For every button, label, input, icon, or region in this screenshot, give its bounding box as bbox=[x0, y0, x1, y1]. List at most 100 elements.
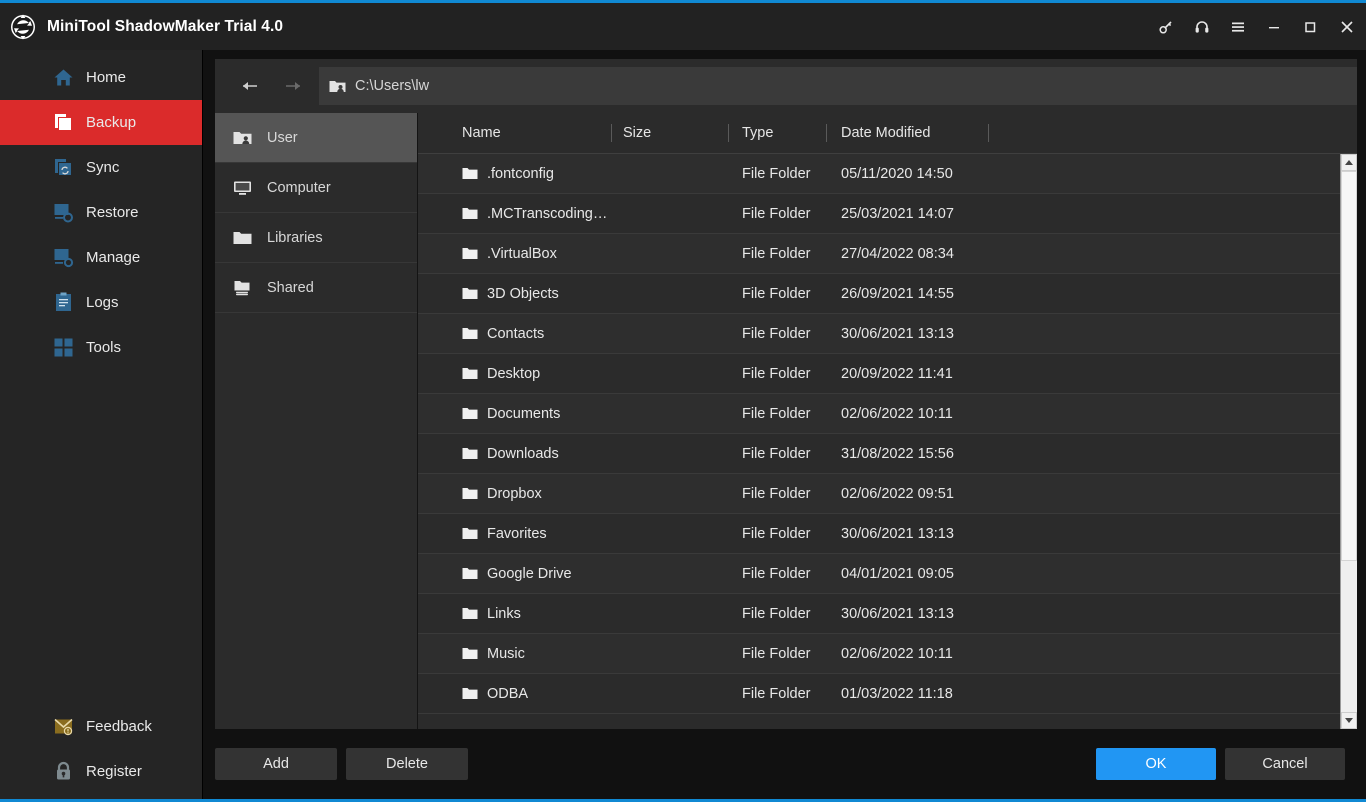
close-icon[interactable] bbox=[1328, 3, 1366, 50]
backup-icon bbox=[53, 112, 74, 133]
table-row[interactable]: .VirtualBox File Folder 27/04/2022 08:34 bbox=[418, 234, 1340, 274]
menu-icon[interactable] bbox=[1220, 3, 1256, 50]
scroll-down-icon[interactable] bbox=[1341, 712, 1357, 729]
sidebar-item-label: Home bbox=[86, 69, 127, 86]
path-input[interactable]: C:\Users\lw bbox=[319, 67, 1357, 105]
cell-type: File Folder bbox=[742, 365, 811, 382]
place-item-user[interactable]: User bbox=[215, 113, 417, 163]
table-row[interactable]: 3D Objects File Folder 26/09/2021 14:55 bbox=[418, 274, 1340, 314]
table-row[interactable]: Desktop File Folder 20/09/2022 11:41 bbox=[418, 354, 1340, 394]
cell-extra bbox=[988, 234, 1340, 273]
folder-icon bbox=[462, 527, 478, 540]
cell-name: Links bbox=[418, 594, 611, 633]
cell-size bbox=[611, 194, 728, 233]
cell-type: File Folder bbox=[742, 445, 811, 462]
folder-icon bbox=[462, 367, 478, 380]
column-header-extra bbox=[988, 113, 1357, 153]
cell-size bbox=[611, 274, 728, 313]
table-row[interactable]: ODBA File Folder 01/03/2022 11:18 bbox=[418, 674, 1340, 714]
sidebar-item-feedback[interactable]: Feedback bbox=[0, 704, 202, 749]
sidebar-item-tools[interactable]: Tools bbox=[0, 325, 202, 370]
sidebar-item-register[interactable]: Register bbox=[0, 749, 202, 794]
place-item-shared[interactable]: Shared bbox=[215, 263, 417, 313]
file-list-header: Name Size Type Date Modified bbox=[418, 113, 1357, 154]
folder-icon bbox=[462, 287, 478, 300]
ok-button[interactable]: OK bbox=[1096, 748, 1216, 780]
sidebar-item-manage[interactable]: Manage bbox=[0, 235, 202, 280]
cell-size bbox=[611, 314, 728, 353]
place-item-computer[interactable]: Computer bbox=[215, 163, 417, 213]
headset-icon[interactable] bbox=[1184, 3, 1220, 50]
cell-date-modified: 20/09/2022 11:41 bbox=[841, 365, 953, 382]
cell-date-modified: 27/04/2022 08:34 bbox=[841, 245, 954, 262]
maximize-icon[interactable] bbox=[1292, 3, 1328, 50]
sidebar-item-label: Sync bbox=[86, 159, 120, 176]
table-row[interactable]: Links File Folder 30/06/2021 13:13 bbox=[418, 594, 1340, 634]
cell-name: .MCTranscoding… bbox=[418, 194, 611, 233]
file-name-label: Downloads bbox=[487, 445, 559, 462]
app-body: Home Backup Sync Restore Manage Logs Too… bbox=[0, 50, 1366, 799]
cell-date-modified: 01/03/2022 11:18 bbox=[841, 685, 953, 702]
cell-name: Desktop bbox=[418, 354, 611, 393]
table-row[interactable]: Dropbox File Folder 02/06/2022 09:51 bbox=[418, 474, 1340, 514]
folder-icon bbox=[462, 567, 478, 580]
cell-extra bbox=[988, 434, 1340, 473]
cell-extra bbox=[988, 154, 1340, 193]
sidebar-item-sync[interactable]: Sync bbox=[0, 145, 202, 190]
table-row[interactable]: Downloads File Folder 31/08/2022 15:56 bbox=[418, 434, 1340, 474]
manage-icon bbox=[53, 247, 74, 268]
key-icon[interactable] bbox=[1148, 3, 1184, 50]
cell-date-modified: 26/09/2021 14:55 bbox=[841, 285, 954, 302]
table-row[interactable]: Favorites File Folder 30/06/2021 13:13 bbox=[418, 514, 1340, 554]
cell-date-modified: 30/06/2021 13:13 bbox=[841, 525, 954, 542]
add-button[interactable]: Add bbox=[215, 748, 337, 780]
column-header-size[interactable]: Size bbox=[611, 113, 728, 153]
sidebar-item-restore[interactable]: Restore bbox=[0, 190, 202, 235]
column-header-type[interactable]: Type bbox=[728, 113, 826, 153]
place-item-libraries[interactable]: Libraries bbox=[215, 213, 417, 263]
user-folder-icon bbox=[329, 79, 346, 94]
cancel-button[interactable]: Cancel bbox=[1225, 748, 1345, 780]
file-name-label: Dropbox bbox=[487, 485, 542, 502]
table-row[interactable]: Music File Folder 02/06/2022 10:11 bbox=[418, 634, 1340, 674]
cell-date-modified: 30/06/2021 13:13 bbox=[841, 325, 954, 342]
arrow-right-icon[interactable] bbox=[271, 70, 313, 102]
table-row[interactable]: .MCTranscoding… File Folder 25/03/2021 14:… bbox=[418, 194, 1340, 234]
sidebar-item-home[interactable]: Home bbox=[0, 55, 202, 100]
arrow-left-icon[interactable] bbox=[229, 70, 271, 102]
file-name-label: Music bbox=[487, 645, 525, 662]
file-name-label: .VirtualBox bbox=[487, 245, 557, 262]
cell-name: Dropbox bbox=[418, 474, 611, 513]
scroll-up-icon[interactable] bbox=[1341, 154, 1357, 171]
delete-button[interactable]: Delete bbox=[346, 748, 468, 780]
sidebar-item-logs[interactable]: Logs bbox=[0, 280, 202, 325]
file-list-scrollbar[interactable] bbox=[1340, 154, 1357, 729]
cell-size bbox=[611, 554, 728, 593]
scrollbar-track[interactable] bbox=[1341, 171, 1357, 712]
cell-extra bbox=[988, 554, 1340, 593]
column-header-date-modified[interactable]: Date Modified bbox=[826, 113, 988, 153]
cell-date-modified: 05/11/2020 14:50 bbox=[841, 165, 953, 182]
cell-extra bbox=[988, 474, 1340, 513]
column-header-name[interactable]: Name bbox=[418, 113, 611, 153]
sidebar-item-backup[interactable]: Backup bbox=[0, 100, 202, 145]
folder-icon bbox=[462, 447, 478, 460]
file-rows: .fontconfig File Folder 05/11/2020 14:50 .M… bbox=[418, 154, 1340, 729]
minimize-icon[interactable] bbox=[1256, 3, 1292, 50]
path-bar: C:\Users\lw bbox=[215, 59, 1357, 113]
place-item-label: User bbox=[267, 129, 298, 146]
dialog-footer: Add Delete OK Cancel bbox=[203, 729, 1366, 799]
table-row[interactable]: Google Drive File Folder 04/01/2021 09:05 bbox=[418, 554, 1340, 594]
cell-name: Favorites bbox=[418, 514, 611, 553]
cell-name: Music bbox=[418, 634, 611, 673]
cell-type: File Folder bbox=[742, 525, 811, 542]
primary-sidebar: Home Backup Sync Restore Manage Logs Too… bbox=[0, 50, 203, 799]
scrollbar-track-lower[interactable] bbox=[1341, 560, 1357, 712]
sidebar-bottom-group: Feedback Register bbox=[0, 704, 202, 799]
folder-icon bbox=[462, 687, 478, 700]
logs-icon bbox=[53, 292, 74, 313]
table-row[interactable]: .fontconfig File Folder 05/11/2020 14:50 bbox=[418, 154, 1340, 194]
scrollbar-thumb[interactable] bbox=[1341, 171, 1357, 561]
table-row[interactable]: Contacts File Folder 30/06/2021 13:13 bbox=[418, 314, 1340, 354]
table-row[interactable]: Documents File Folder 02/06/2022 10:11 bbox=[418, 394, 1340, 434]
